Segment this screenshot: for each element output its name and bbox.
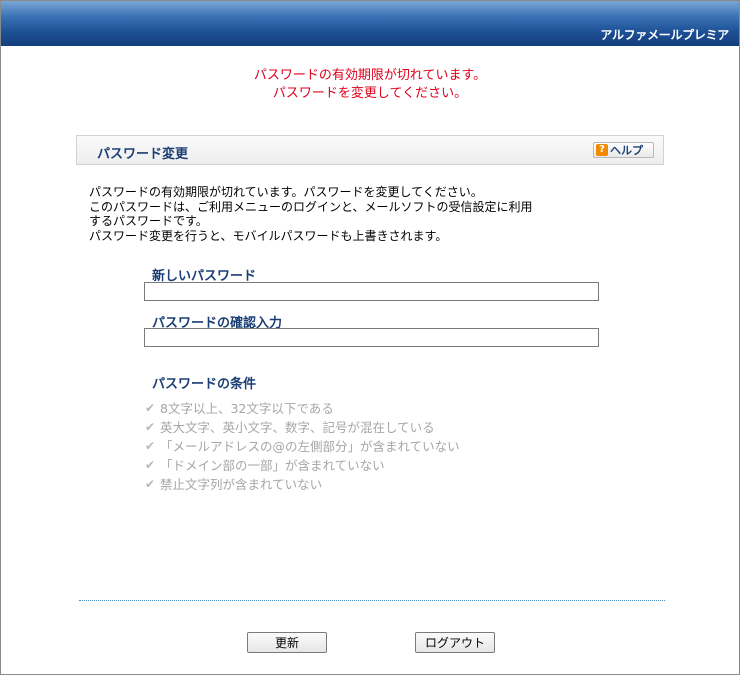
alert-line: パスワードの有効期限が切れています。 (253, 68, 487, 83)
brand-name: アルファメールプレミア (600, 28, 729, 42)
condition-text: 禁止文字列が含まれていない (160, 477, 323, 492)
help-label: ヘルプ (610, 144, 643, 157)
condition-text: 「ドメイン部の一部」が含まれていない (160, 458, 385, 473)
new-password-input[interactable] (144, 282, 599, 301)
list-item: ✔ 「ドメイン部の一部」が含まれていない (145, 456, 460, 475)
check-icon: ✔ (145, 439, 156, 453)
logout-button[interactable]: ログアウト (415, 632, 495, 653)
list-item: ✔ 8文字以上、32文字以下である (145, 399, 460, 418)
expiry-alert: パスワードの有効期限が切れています。 パスワードを変更してください。 (1, 67, 739, 103)
conditions-list: ✔ 8文字以上、32文字以下である ✔ 英大文字、英小文字、数字、記号が混在して… (145, 399, 460, 494)
check-icon: ✔ (145, 420, 156, 434)
description-line: するパスワードです。 (89, 214, 208, 228)
check-icon: ✔ (145, 458, 156, 472)
question-icon: ? (596, 144, 608, 156)
alert-line: パスワードを変更してください。 (272, 86, 468, 101)
section-title: パスワード変更 (97, 147, 189, 162)
check-icon: ✔ (145, 401, 156, 415)
divider (79, 600, 665, 601)
description-line: パスワード変更を行うと、モバイルパスワードも上書きされます。 (89, 228, 448, 243)
condition-text: 「メールアドレスの@の左側部分」が含まれていない (160, 439, 460, 454)
description-line: このパスワードは、ご利用メニューのログインと、メールソフトの受信設定に利用 (89, 199, 533, 214)
section-header: パスワード変更 ? ヘルプ (76, 135, 664, 165)
list-item: ✔ 禁止文字列が含まれていない (145, 475, 460, 494)
description: パスワードの有効期限が切れています。パスワードを変更してください。 このパスワー… (89, 185, 609, 243)
update-button[interactable]: 更新 (247, 632, 327, 653)
condition-text: 8文字以上、32文字以下である (160, 401, 334, 416)
condition-text: 英大文字、英小文字、数字、記号が混在している (160, 420, 435, 435)
description-line: パスワードの有効期限が切れています。パスワードを変更してください。 (89, 185, 483, 199)
list-item: ✔ 英大文字、英小文字、数字、記号が混在している (145, 418, 460, 437)
help-button[interactable]: ? ヘルプ (593, 142, 654, 158)
check-icon: ✔ (145, 477, 156, 491)
header-bar: アルファメールプレミア (1, 1, 739, 46)
list-item: ✔ 「メールアドレスの@の左側部分」が含まれていない (145, 437, 460, 456)
conditions-title: パスワードの条件 (152, 377, 257, 392)
page-frame: アルファメールプレミア パスワードの有効期限が切れています。 パスワードを変更し… (0, 0, 740, 675)
confirm-password-input[interactable] (144, 328, 599, 347)
